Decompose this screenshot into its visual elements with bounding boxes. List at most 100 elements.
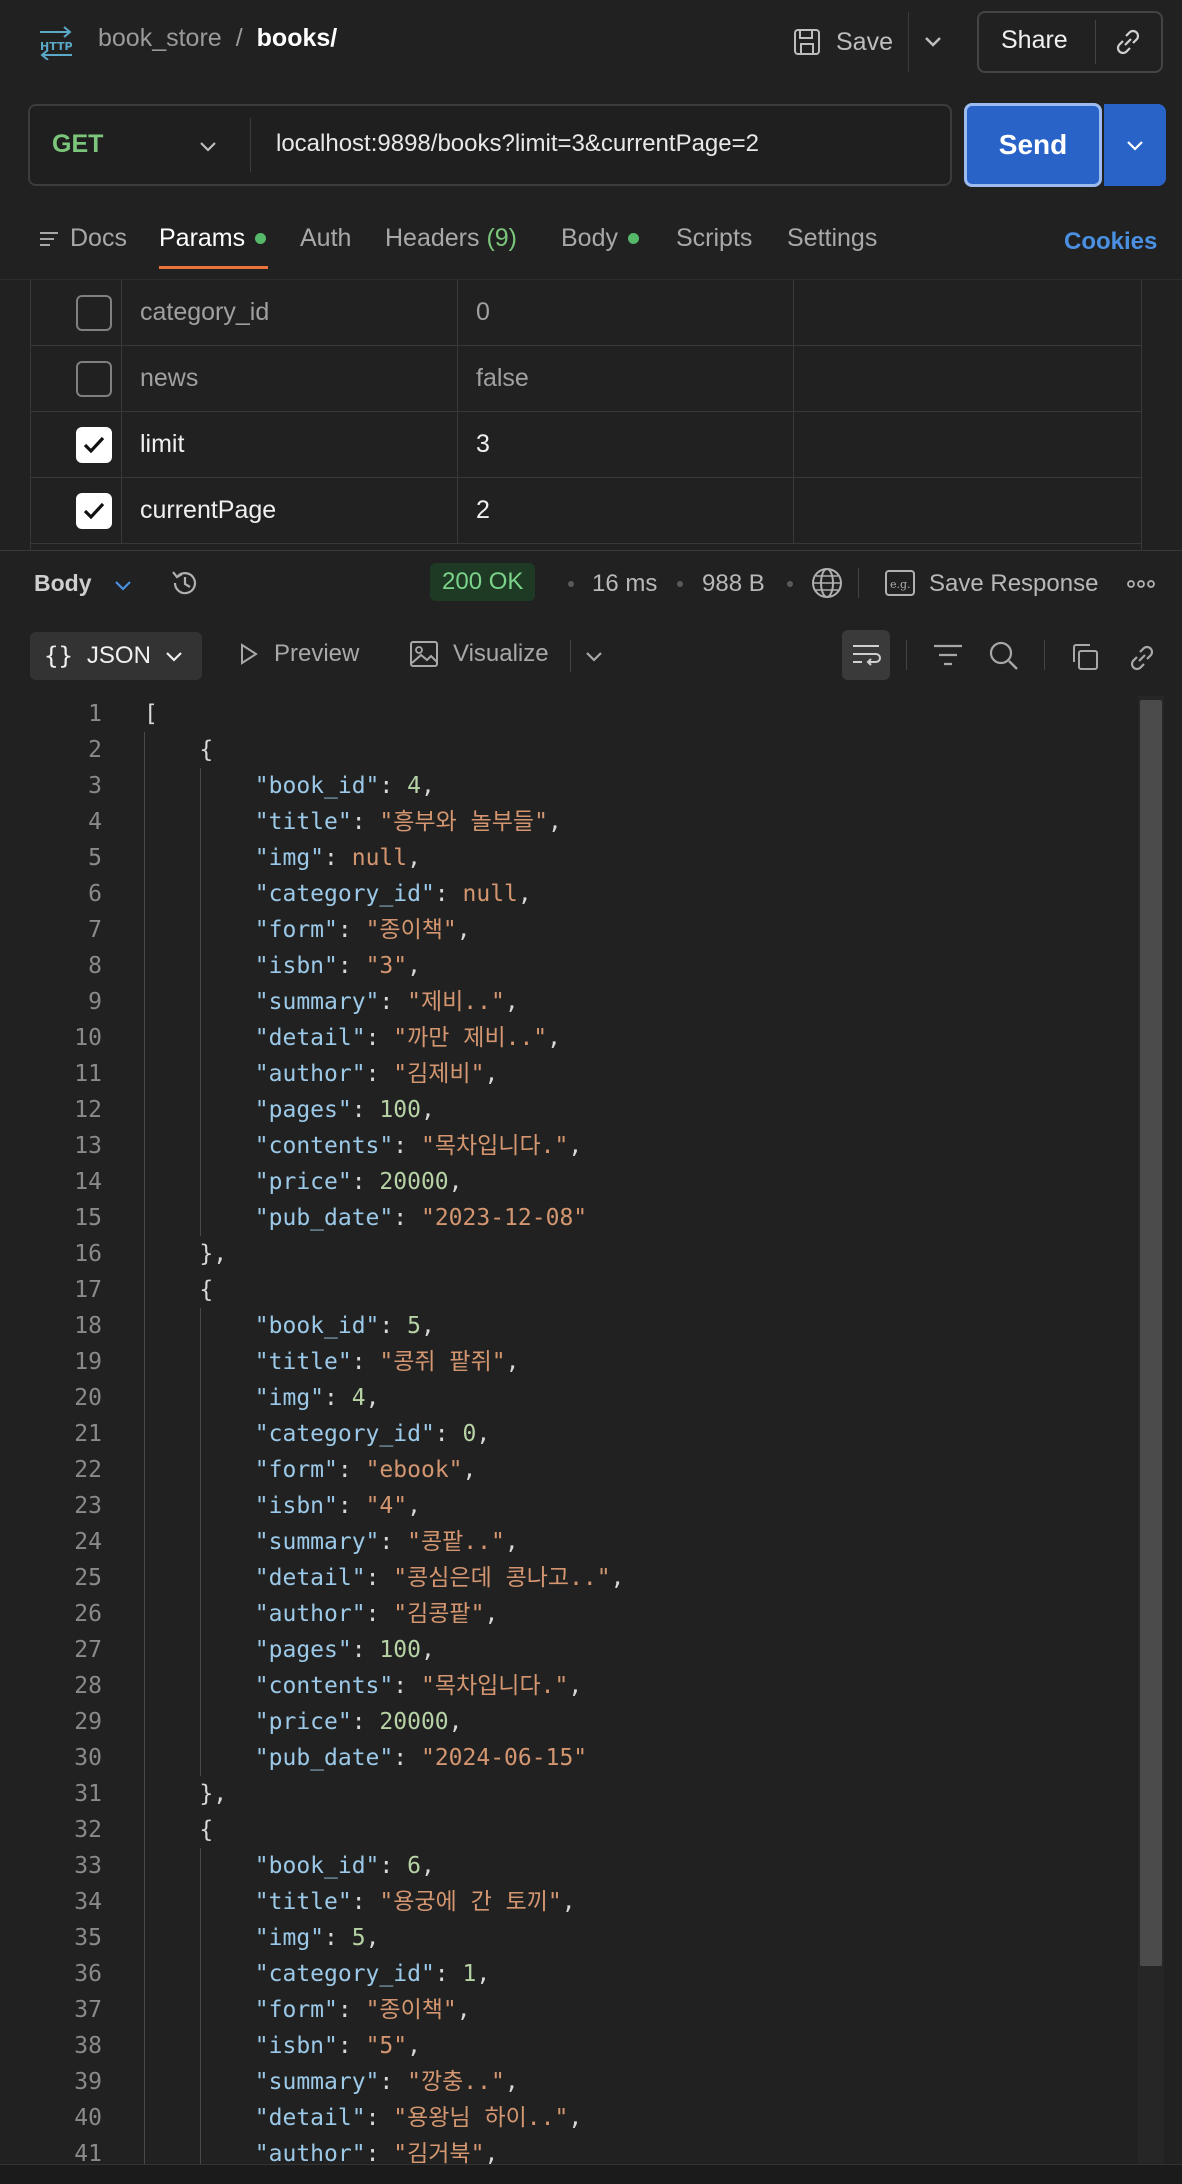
tab-params[interactable]: Params [159,224,267,253]
breadcrumb-workspace[interactable]: book_store [98,24,222,53]
code-line: 13 "contents": "목차입니다.", [0,1128,1130,1164]
copy-icon[interactable] [1070,642,1100,672]
history-icon[interactable] [168,566,202,600]
tab-docs[interactable]: Docs [38,224,127,253]
code-text: "category_id": 1, [254,1961,491,1987]
breadcrumb-separator: / [235,24,243,52]
code-line: 31 }, [0,1776,1130,1812]
status-badge: 200 OK [430,563,536,601]
headers-count: (9) [486,224,518,252]
image-icon [410,641,438,667]
checkbox-cell [31,280,122,345]
param-key[interactable]: news [122,346,458,411]
param-key[interactable]: limit [122,412,458,477]
response-body-label[interactable]: Body [34,570,92,597]
code-line: 12 "pages": 100, [0,1092,1130,1128]
param-checkbox[interactable] [76,295,112,331]
filter-icon[interactable] [932,642,964,668]
param-key[interactable]: currentPage [122,478,458,543]
visualize-button[interactable]: Visualize [409,640,549,668]
response-code-viewer[interactable]: 1[2 {3 "book_id": 4, 4 "title": "흥부와 놀부들"… [0,696,1182,2164]
param-checkbox[interactable] [76,427,112,463]
tab-scripts[interactable]: Scripts [676,224,752,253]
tab-settings[interactable]: Settings [787,224,877,253]
code-text: "book_id": 5, [254,1313,435,1339]
status-bar [0,2164,1182,2184]
chevron-down-icon [166,652,182,662]
chevron-down-icon[interactable] [582,646,606,668]
code-text: "form": "종이책", [254,1997,471,2023]
svg-text:HTTP: HTTP [40,40,73,53]
code-line: 16 }, [0,1236,1130,1272]
code-text: "contents": "목차입니다.", [254,1673,583,1699]
checkbox-cell [31,346,122,411]
code-line: 19 "title": "콩쥐 팥쥐", [0,1344,1130,1380]
code-line: 39 "summary": "깡충..", [0,2064,1130,2100]
param-value[interactable]: false [458,346,794,411]
send-options-button[interactable] [1104,104,1166,186]
divider [908,12,909,72]
code-text: "author": "김제비", [254,1061,499,1087]
code-line: 23 "isbn": "4", [0,1488,1130,1524]
line-number: 16 [74,1241,102,1267]
code-line: 17 { [0,1272,1130,1308]
chevron-down-icon[interactable] [920,26,946,56]
search-icon[interactable] [988,640,1020,672]
param-value[interactable]: 2 [458,478,794,543]
param-checkbox[interactable] [76,361,112,397]
link-icon[interactable] [1112,26,1144,58]
example-icon: e.g. [885,570,915,596]
response-time: 16 ms [592,570,658,597]
meta-separator [568,581,574,587]
line-number: 10 [74,1025,102,1051]
send-button[interactable]: Send [964,103,1102,187]
indent-guide [199,1848,201,2164]
code-line: 32 { [0,1812,1130,1848]
status-dot [627,233,639,244]
line-number: 13 [74,1133,102,1159]
param-key[interactable]: category_id [122,280,458,345]
tab-label: Docs [70,224,127,252]
method-select[interactable]: GET [52,130,103,159]
chevron-down-icon [1127,141,1143,151]
globe-icon[interactable] [810,566,844,600]
tab-auth[interactable]: Auth [300,224,351,253]
param-value[interactable]: 0 [458,280,794,345]
code-text: "pages": 100, [254,1637,435,1663]
more-icon[interactable] [1126,574,1156,594]
divider [250,118,251,172]
tab-headers[interactable]: Headers (9) [385,224,517,253]
code-line: 5 "img": null, [0,840,1130,876]
divider [858,568,859,598]
tab-label: Headers [385,224,480,252]
code-text: }, [144,1781,228,1807]
code-text: "isbn": "3", [254,953,421,979]
wrap-icon [853,645,881,666]
svg-text:e.g.: e.g. [890,578,911,591]
checkbox-cell [31,478,122,543]
chevron-down-icon[interactable] [196,134,220,158]
url-input[interactable]: localhost:9898/books?limit=3&currentPage… [276,130,759,158]
code-text: "author": "김콩팥", [254,1601,499,1627]
breadcrumb-current[interactable]: books/ [257,24,338,53]
preview-button[interactable]: Preview [238,640,359,668]
line-number: 6 [88,881,102,907]
save-response-button[interactable]: Save Response [929,570,1098,598]
param-checkbox[interactable] [76,493,112,529]
tab-body[interactable]: Body [561,224,639,253]
share-button[interactable]: Share [1001,26,1068,55]
code-line: 6 "category_id": null, [0,876,1130,912]
wrap-toggle[interactable] [842,630,890,680]
scrollbar-thumb[interactable] [1140,700,1162,1966]
cookies-link[interactable]: Cookies [1064,228,1157,256]
line-number: 19 [74,1349,102,1375]
code-line: 41 "author": "김거북", [0,2136,1130,2164]
param-value[interactable]: 3 [458,412,794,477]
divider [570,640,571,672]
code-line: 35 "img": 5, [0,1920,1130,1956]
format-select[interactable]: {} JSON [30,632,202,680]
line-number: 40 [74,2105,102,2131]
save-button[interactable]: Save [792,18,893,66]
chevron-down-icon[interactable] [112,574,134,596]
link-icon[interactable] [1126,642,1158,674]
